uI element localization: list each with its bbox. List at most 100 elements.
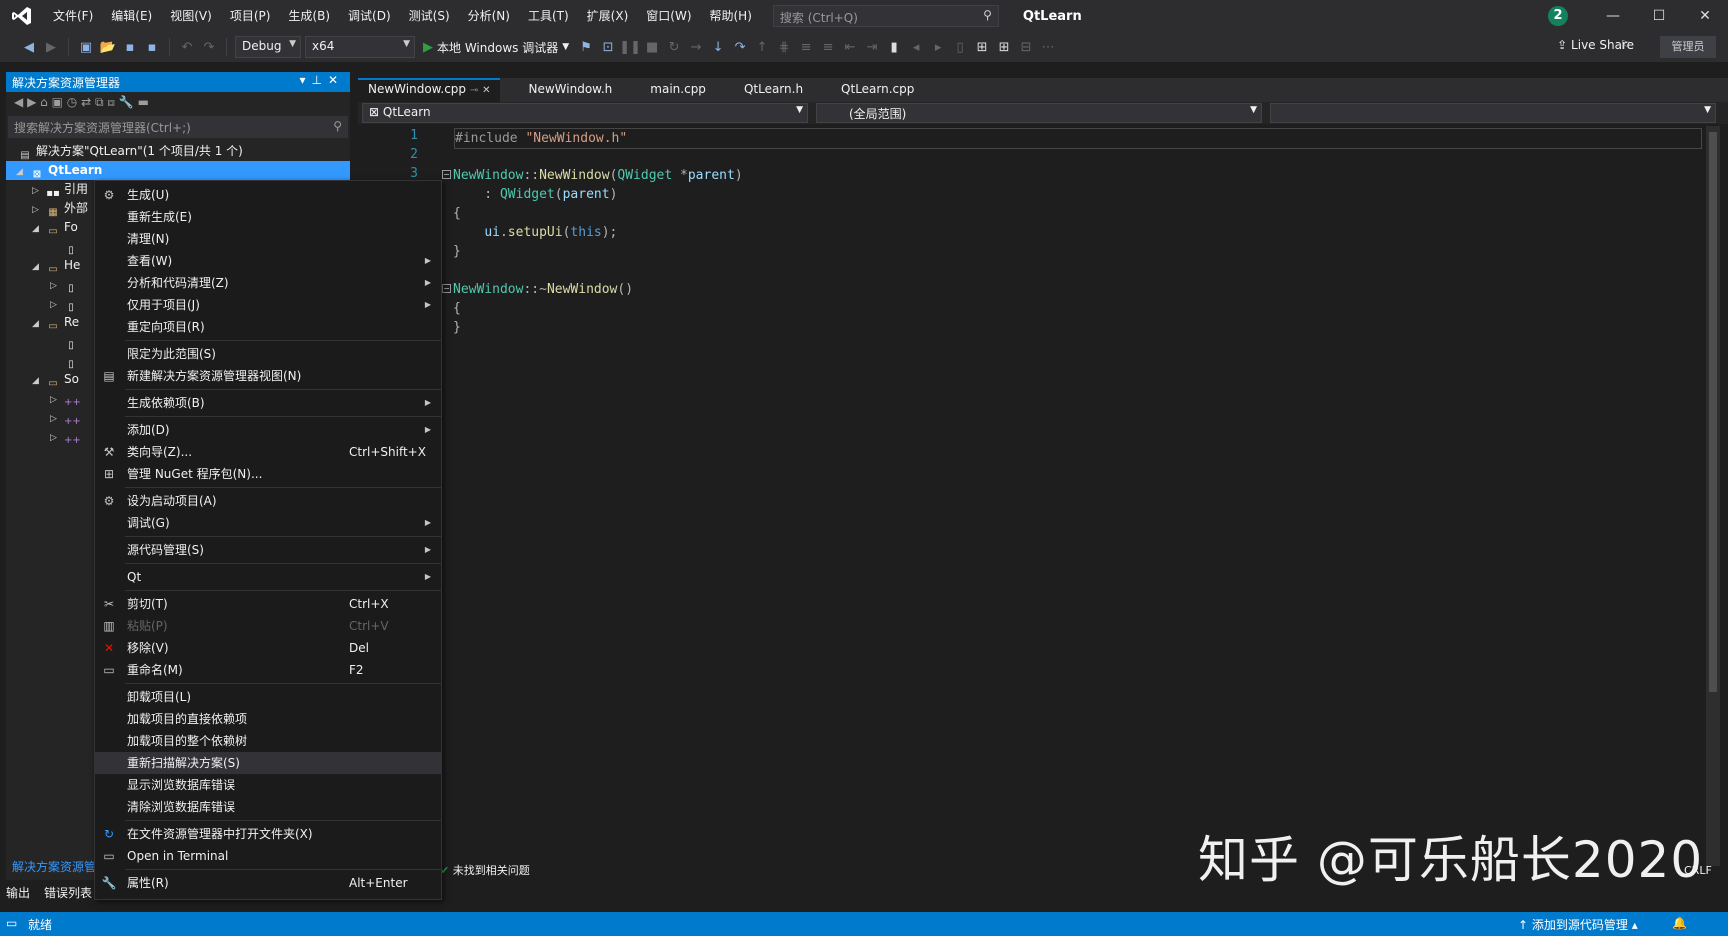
home-icon[interactable]: ⌂ bbox=[40, 95, 48, 109]
tab-main-cpp[interactable]: main.cpp bbox=[640, 78, 716, 102]
context-menu-item[interactable]: 查看(W) ▶ bbox=[95, 250, 441, 272]
attach-icon[interactable]: ⚑ bbox=[575, 40, 597, 55]
context-menu-item[interactable]: ↻ 在文件资源管理器中打开文件夹(X) bbox=[95, 823, 441, 845]
tab-qtlearn-cpp[interactable]: QtLearn.cpp bbox=[831, 78, 924, 102]
context-menu-item[interactable]: 分析和代码清理(Z) ▶ bbox=[95, 272, 441, 294]
close-button[interactable]: ✕ bbox=[1682, 0, 1728, 32]
fold-toggle[interactable]: − bbox=[442, 284, 451, 293]
fold-toggle[interactable]: − bbox=[442, 170, 451, 179]
menu-item[interactable]: 调试(D) bbox=[339, 0, 400, 32]
editor-issues-status[interactable]: ✔ 未找到相关问题 bbox=[440, 862, 530, 878]
open-file-icon[interactable]: 📂 bbox=[97, 40, 119, 55]
menu-item[interactable]: 编辑(E) bbox=[102, 0, 161, 32]
menu-item[interactable]: 视图(V) bbox=[161, 0, 221, 32]
scope-nav-dropdown[interactable]: (全局范围) ▼ bbox=[816, 103, 1262, 123]
menu-item[interactable]: 生成(B) bbox=[279, 0, 339, 32]
back-icon[interactable]: ◀ bbox=[18, 40, 40, 55]
tree-item-solution[interactable]: ▤ 解决方案"QtLearn"(1 个项目/共 1 个) bbox=[6, 142, 350, 161]
menu-item[interactable]: 扩展(X) bbox=[578, 0, 638, 32]
context-menu-item[interactable]: 重新生成(E) bbox=[95, 206, 441, 228]
context-menu-item[interactable]: 调试(G) ▶ bbox=[95, 512, 441, 534]
tree-item-project[interactable]: ◢ ⊠ QtLearn bbox=[6, 161, 350, 180]
menu-item[interactable]: 项目(P) bbox=[221, 0, 280, 32]
context-menu-item[interactable]: 加载项目的直接依赖项 bbox=[95, 708, 441, 730]
platform-dropdown[interactable]: x64 ▼ bbox=[305, 36, 415, 58]
step-over-icon[interactable]: ↷ bbox=[729, 40, 751, 55]
misc-tool-icon[interactable]: ⊟ bbox=[1015, 40, 1037, 55]
context-menu-item[interactable]: 重新扫描解决方案(S) bbox=[95, 752, 441, 774]
context-menu-item[interactable]: 仅用于项目(J) ▶ bbox=[95, 294, 441, 316]
code-area[interactable]: 1 2 3 #include "NewWindow.h" − NewWindow… bbox=[358, 124, 1728, 834]
prev-bookmark-icon[interactable]: ◂ bbox=[905, 40, 927, 55]
context-menu-item[interactable]: 加载项目的整个依赖树 bbox=[95, 730, 441, 752]
collapse-all-icon[interactable]: ⧉ bbox=[95, 95, 104, 109]
bookmark-icon[interactable]: ▮ bbox=[883, 40, 905, 55]
tab-error-list[interactable]: 错误列表 bbox=[44, 884, 92, 904]
restart-icon[interactable]: ↻ bbox=[663, 40, 685, 55]
context-menu-item[interactable]: ▭ 重命名(M) F2 bbox=[95, 659, 441, 681]
context-menu-item[interactable]: ▭ Open in Terminal bbox=[95, 845, 441, 867]
menu-item[interactable]: 文件(F) bbox=[44, 0, 102, 32]
menu-item[interactable]: 分析(N) bbox=[459, 0, 519, 32]
tab-output[interactable]: 输出 bbox=[6, 884, 30, 904]
panel-close-icon[interactable]: ✕ bbox=[328, 73, 344, 87]
context-menu-item[interactable]: 清理(N) bbox=[95, 228, 441, 250]
clear-bookmarks-icon[interactable]: ▯ bbox=[949, 40, 971, 55]
back-icon[interactable]: ◀ bbox=[14, 95, 23, 109]
solution-search-input[interactable]: 搜索解决方案资源管理器(Ctrl+;) ⚲ bbox=[8, 116, 348, 138]
indent-icon[interactable]: ⇥ bbox=[861, 40, 883, 55]
pin-icon[interactable]: ⊥ bbox=[311, 73, 327, 87]
context-menu-item[interactable]: 添加(D) ▶ bbox=[95, 419, 441, 441]
step-into-icon[interactable]: ↓ bbox=[707, 40, 729, 55]
context-menu-item[interactable]: 清除浏览数据库错误 bbox=[95, 796, 441, 818]
context-menu-item[interactable]: ✂ 剪切(T) Ctrl+X bbox=[95, 593, 441, 615]
comment-icon[interactable]: ≡ bbox=[795, 40, 817, 55]
new-project-icon[interactable]: ▣ bbox=[75, 40, 97, 55]
configuration-dropdown[interactable]: Debug ▼ bbox=[235, 36, 301, 58]
context-menu-item[interactable]: 重定向项目(R) bbox=[95, 316, 441, 338]
menu-item[interactable]: 测试(S) bbox=[400, 0, 459, 32]
stop-icon[interactable]: ■ bbox=[641, 40, 663, 55]
redo-icon[interactable]: ↷ bbox=[198, 40, 220, 55]
menu-item[interactable]: 窗口(W) bbox=[637, 0, 700, 32]
search-input[interactable]: 搜索 (Ctrl+Q) ⚲ bbox=[772, 5, 999, 27]
start-debugging-button[interactable]: ▶ 本地 Windows 调试器 ▼ bbox=[417, 39, 575, 56]
context-menu-item[interactable]: ⚒ 类向导(Z)... Ctrl+Shift+X bbox=[95, 441, 441, 463]
context-menu-item[interactable]: ▤ 新建解决方案资源管理器视图(N) bbox=[95, 365, 441, 387]
pause-icon[interactable]: ❚❚ bbox=[619, 40, 641, 55]
context-menu-item[interactable]: Qt ▶ bbox=[95, 566, 441, 588]
line-ending[interactable]: CRLF bbox=[1684, 864, 1712, 877]
show-next-statement-icon[interactable]: → bbox=[685, 40, 707, 55]
vertical-scrollbar[interactable] bbox=[1706, 126, 1720, 866]
context-menu-item[interactable]: 显示浏览数据库错误 bbox=[95, 774, 441, 796]
next-bookmark-icon[interactable]: ▸ bbox=[927, 40, 949, 55]
preview-icon[interactable]: ▬ bbox=[138, 95, 149, 109]
notifications-bell-icon[interactable]: 🔔 bbox=[1672, 916, 1687, 930]
forward-icon[interactable]: ▶ bbox=[27, 95, 36, 109]
project-nav-dropdown[interactable]: ⊠ QtLearn ▼ bbox=[362, 103, 808, 123]
save-icon[interactable]: ▪ bbox=[119, 40, 141, 55]
member-nav-dropdown[interactable]: ▼ bbox=[1270, 103, 1716, 123]
notification-badge[interactable]: 2 bbox=[1548, 6, 1568, 26]
context-menu-item[interactable]: ⚙ 生成(U) bbox=[95, 184, 441, 206]
qt-designer-icon[interactable]: ⊞ bbox=[993, 40, 1015, 55]
sync-icon[interactable]: ⇄ bbox=[81, 95, 91, 109]
feedback-icon[interactable]: ⚐ bbox=[1620, 38, 1631, 52]
context-menu-item[interactable]: 卸载项目(L) bbox=[95, 686, 441, 708]
tab-newwindow-cpp[interactable]: NewWindow.cpp ⊸ ✕ bbox=[358, 78, 501, 102]
undo-icon[interactable]: ↶ bbox=[176, 40, 198, 55]
panel-dropdown-icon[interactable]: ▾ bbox=[299, 73, 311, 87]
save-all-icon[interactable]: ▪ bbox=[141, 40, 163, 55]
pending-changes-icon[interactable]: ◷ bbox=[67, 95, 77, 109]
hex-display-icon[interactable]: ⋕ bbox=[773, 40, 795, 55]
context-menu-item[interactable]: 限定为此范围(S) bbox=[95, 343, 441, 365]
forward-icon[interactable]: ▶ bbox=[40, 40, 62, 55]
show-all-files-icon[interactable]: ⧈ bbox=[107, 95, 115, 109]
maximize-button[interactable]: ☐ bbox=[1636, 0, 1682, 32]
tab-newwindow-h[interactable]: NewWindow.h bbox=[518, 78, 622, 102]
outdent-icon[interactable]: ⇤ bbox=[839, 40, 861, 55]
context-menu-item[interactable]: ⊞ 管理 NuGet 程序包(N)... bbox=[95, 463, 441, 485]
solution-explorer-tab[interactable]: 解决方案资源管 bbox=[12, 858, 96, 875]
context-menu-item[interactable]: ✕ 移除(V) Del bbox=[95, 637, 441, 659]
add-to-source-control-button[interactable]: ↑ 添加到源代码管理 ▴ bbox=[1518, 916, 1638, 933]
